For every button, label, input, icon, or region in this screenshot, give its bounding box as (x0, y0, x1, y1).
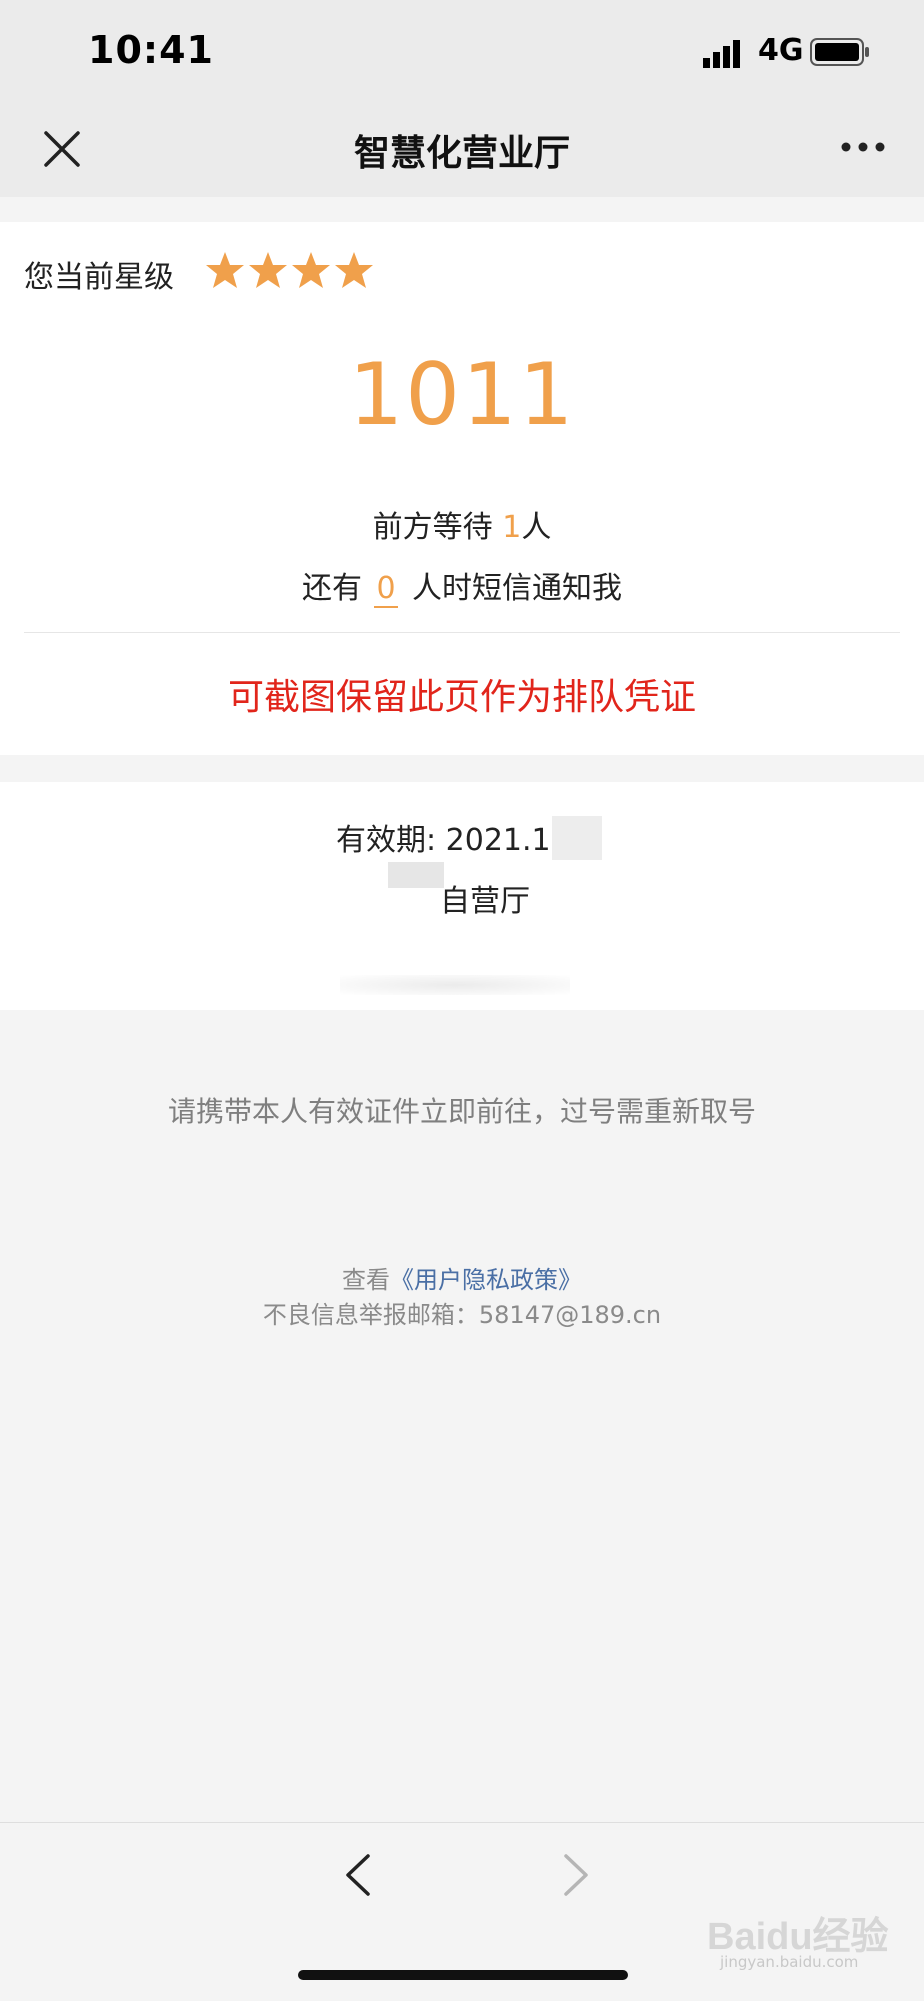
screenshot-hint: 可截图保留此页作为排队凭证 (227, 677, 696, 718)
baidu-watermark: Baidu经验 (707, 1916, 889, 1958)
report-email: 58147@189.cn (478, 1301, 662, 1329)
waiting-line: 前方等待 1人 (0, 502, 924, 546)
notify-suffix: 人时短信通知我 (412, 571, 622, 606)
privacy-mask (388, 862, 444, 888)
sms-notify-line: 还有 0 人时短信通知我 (0, 563, 924, 608)
waiting-count: 1 (502, 510, 522, 545)
watermark-url: jingyan.baidu.com (720, 1953, 859, 1971)
bring-id-notice: 请携带本人有效证件立即前往，过号需重新取号 (167, 1095, 756, 1128)
privacy-line: 查看《用户隐私政策》 (0, 1260, 924, 1295)
notify-count-input[interactable]: 0 (374, 572, 398, 608)
hall-name: 自营厅 (440, 884, 530, 919)
network-type: 4G (758, 33, 804, 68)
privacy-prefix: 查看 (342, 1266, 390, 1294)
star-icon (249, 252, 287, 288)
privacy-policy-link[interactable]: 《用户隐私政策》 (390, 1266, 582, 1294)
signal-icon (703, 40, 740, 68)
validity-text: 有效期: 2021.1 (336, 823, 551, 858)
battery-icon (810, 38, 869, 66)
page-title: 智慧化营业厅 (353, 133, 570, 174)
waiting-suffix: 人 (521, 510, 552, 545)
star-icon (292, 252, 330, 288)
divider (24, 632, 900, 633)
chevron-left-icon[interactable] (338, 1850, 378, 1900)
chevron-right-icon[interactable] (556, 1850, 596, 1900)
notify-prefix: 还有 (302, 571, 362, 606)
star-rating (206, 252, 373, 288)
star-level-label: 您当前星级 (24, 260, 174, 295)
star-icon (206, 252, 244, 288)
star-icon (335, 252, 373, 288)
privacy-mask (552, 816, 602, 860)
report-line: 不良信息举报邮箱：58147@189.cn (0, 1295, 924, 1330)
more-dots-icon[interactable] (838, 132, 888, 162)
waiting-prefix: 前方等待 (372, 510, 493, 545)
privacy-mask (340, 975, 570, 995)
home-indicator[interactable] (298, 1970, 628, 1980)
queue-number: 1011 (348, 345, 576, 445)
status-time: 10:41 (88, 28, 214, 72)
report-label: 不良信息举报邮箱： (262, 1301, 479, 1329)
